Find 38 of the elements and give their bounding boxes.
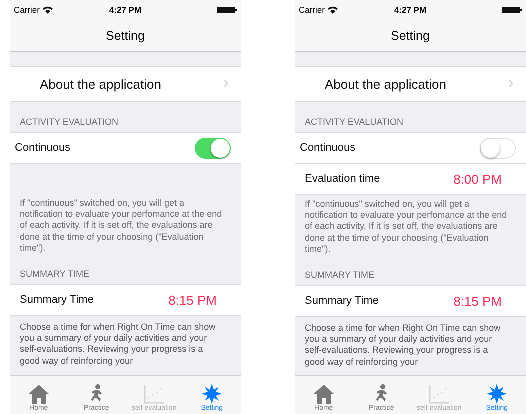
section-header: ACTIVITY EVALUATION [20, 117, 119, 127]
running-figure-icon [88, 384, 105, 404]
running-figure-icon [374, 384, 390, 404]
continuous-toggle[interactable] [195, 138, 231, 158]
house-icon [312, 384, 335, 404]
row-label: Continuous [300, 142, 356, 154]
time-value[interactable]: 8:00 PM [454, 172, 502, 186]
row-label: Summary Time [305, 295, 379, 308]
screen-title: Setting [391, 28, 430, 42]
starburst-icon [487, 384, 508, 404]
battery-icon [502, 7, 522, 13]
wifi-icon [42, 6, 53, 14]
chart-icon [143, 384, 166, 404]
status-time: 4:27 PM [393, 5, 428, 15]
section-header: SUMMARY TIME [305, 270, 375, 280]
continuous-toggle[interactable] [480, 138, 516, 158]
row-label: Continuous [15, 142, 71, 154]
chart-icon [428, 384, 450, 404]
row-label: Evaluation time [305, 173, 380, 185]
about-row[interactable]: About the application › [10, 66, 241, 102]
footer-text: If "continuous" switched on, you will get a notification to evaluate your perfomance at the end of each activity. If it is set off, the evaluations are done at the time of your choosing ("Evaluation time"). [19, 198, 224, 254]
starburst-icon [202, 384, 222, 404]
section-header: ACTIVITY EVALUATION [305, 117, 404, 127]
time-value[interactable]: 8:15 PM [168, 292, 217, 308]
footer-text: Choose a time for when Right On Time can show you a summary of your daily activities and your self-evaluations. Reviewing your progress is a good way of reinforcing your [304, 323, 502, 368]
about-row[interactable]: About the application › [295, 66, 526, 102]
wifi-icon [328, 6, 338, 14]
row-label: Summary Time [20, 294, 94, 306]
footer-text: Choose a time for when Right On Time can show you a summary of your daily activities and your self-evaluations. Reviewing your progress is a good way of reinforcing your [19, 322, 217, 367]
house-icon [28, 384, 50, 404]
carrier-label: Carrier [299, 5, 325, 15]
footer-text: If "continuous" switched on, you will get a notification to evaluate your perfomance at the end of each activity. If it is set off, the evaluations are done at the time of your choosing ("Evaluation time"). [304, 199, 508, 256]
screen-title: Setting [106, 28, 145, 42]
status-time: 4:27 PM [108, 5, 143, 15]
section-header: SUMMARY TIME [20, 269, 90, 280]
time-value[interactable]: 8:15 PM [454, 294, 502, 309]
carrier-label: Carrier [14, 5, 40, 15]
battery-icon [217, 7, 237, 13]
